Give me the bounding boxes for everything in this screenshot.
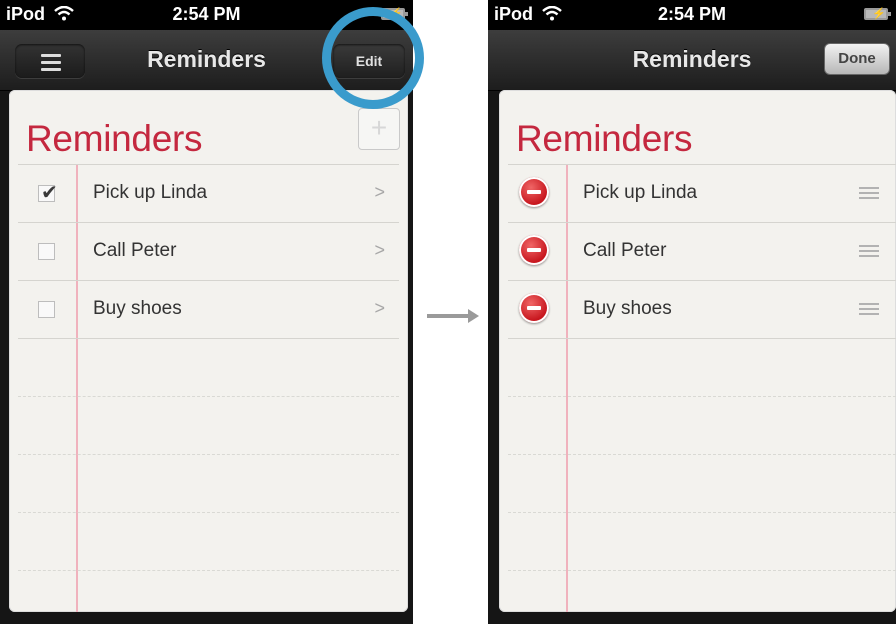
empty-row (18, 570, 399, 612)
navigation-bar: Reminders Done (488, 30, 896, 91)
reminder-label: Call Peter (583, 240, 667, 261)
list-item[interactable]: ✔ Pick up Linda > (18, 164, 399, 222)
empty-row (508, 570, 896, 612)
reminders-list-panel: Reminders + ✔ Pick up Linda > Call Peter… (9, 90, 408, 612)
empty-row (508, 396, 896, 454)
reminders-list: Pick up Linda Call Peter Buy shoes (508, 164, 896, 612)
chevron-right-icon[interactable]: > (374, 298, 385, 319)
list-item: Pick up Linda (508, 164, 896, 222)
status-bar: iPod 2:54 PM ⚡ (488, 0, 896, 30)
empty-row (508, 512, 896, 570)
battery-icon: ⚡ (864, 8, 891, 20)
reminder-label: Buy shoes (93, 298, 182, 319)
empty-row (18, 338, 399, 396)
check-mark-icon: ✔ (41, 182, 58, 204)
reminder-label: Pick up Linda (583, 182, 698, 203)
empty-row (508, 338, 896, 396)
arrow-right-icon (468, 309, 479, 323)
reminders-list-panel: Reminders Pick up Linda Call Peter Buy s… (499, 90, 896, 612)
empty-row (508, 454, 896, 512)
list-title: Reminders (516, 118, 693, 159)
checkbox-checked[interactable]: ✔ (38, 182, 58, 204)
empty-row (18, 454, 399, 512)
reminder-label: Call Peter (93, 240, 177, 261)
phone-screen-edit-mode: iPod 2:54 PM ⚡ Reminders Done Reminders … (488, 0, 896, 624)
reminder-label: Buy shoes (583, 298, 672, 319)
empty-row (18, 396, 399, 454)
status-time: 2:54 PM (657, 4, 727, 24)
done-button[interactable]: Done (824, 43, 890, 75)
add-reminder-button[interactable]: + (358, 108, 400, 150)
transition-arrow (427, 314, 471, 318)
reorder-handle-icon[interactable] (859, 187, 879, 202)
list-title: Reminders (26, 118, 203, 159)
list-item: Call Peter (508, 222, 896, 280)
reminders-list: ✔ Pick up Linda > Call Peter > Buy shoes… (18, 164, 399, 612)
reorder-handle-icon[interactable] (859, 303, 879, 318)
checkbox[interactable] (38, 243, 55, 260)
delete-icon[interactable] (519, 235, 549, 265)
chevron-right-icon[interactable]: > (374, 240, 385, 261)
delete-icon[interactable] (519, 293, 549, 323)
list-item: Buy shoes (508, 280, 896, 338)
checkbox[interactable] (38, 301, 55, 318)
empty-row (18, 512, 399, 570)
list-item[interactable]: Call Peter > (18, 222, 399, 280)
reorder-handle-icon[interactable] (859, 245, 879, 260)
chevron-right-icon[interactable]: > (374, 182, 385, 203)
edit-highlight-circle (322, 7, 424, 109)
list-item[interactable]: Buy shoes > (18, 280, 399, 338)
reminder-label: Pick up Linda (93, 182, 208, 203)
delete-icon[interactable] (519, 177, 549, 207)
